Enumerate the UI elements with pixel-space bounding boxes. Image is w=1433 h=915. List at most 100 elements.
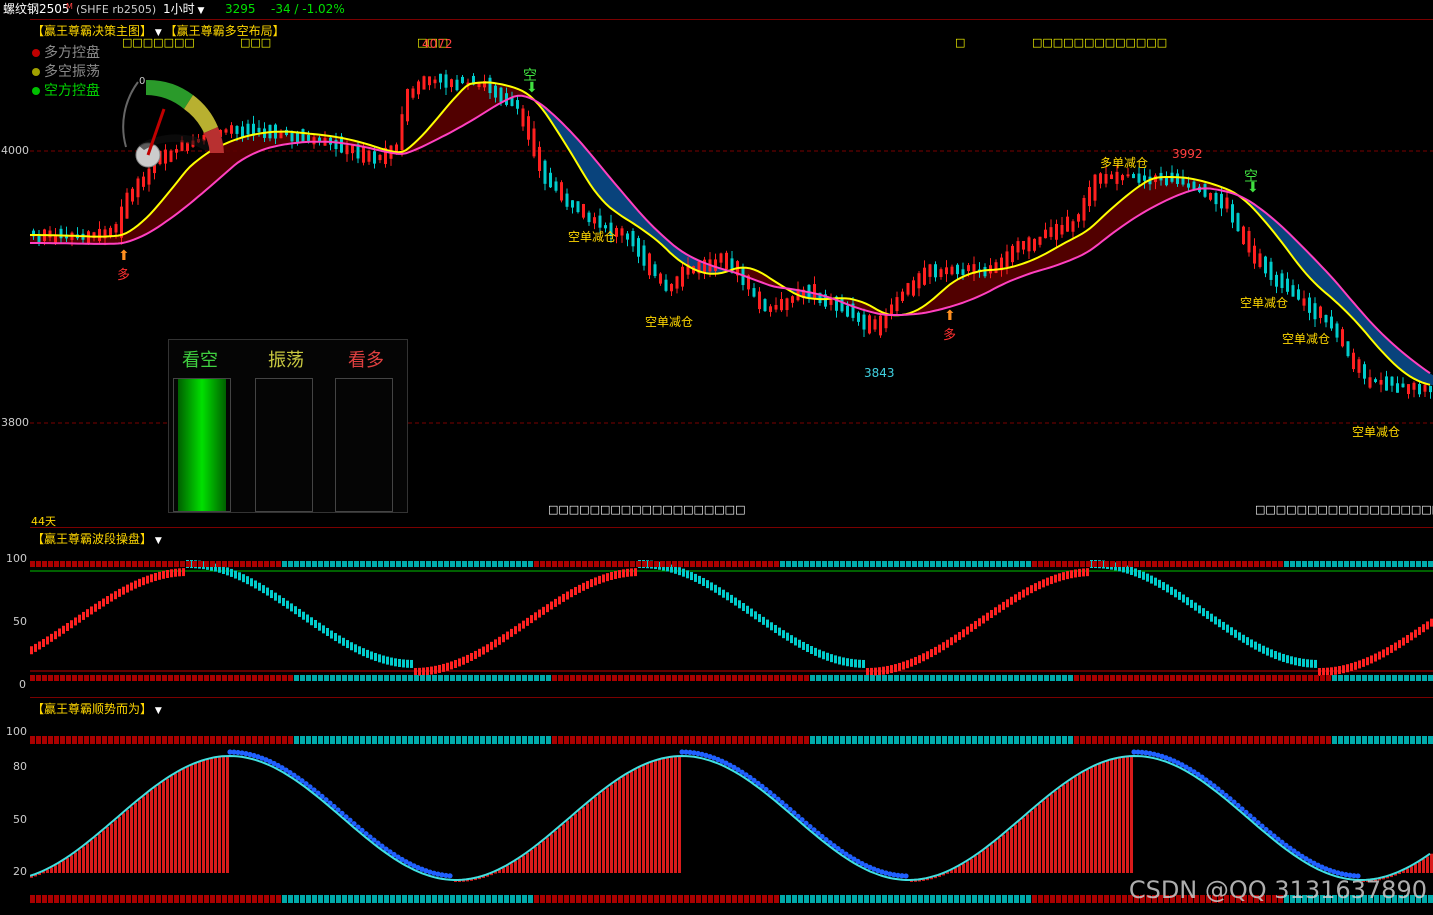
trend-top-strip bbox=[1110, 736, 1115, 744]
trend-bar bbox=[186, 767, 189, 873]
y-tick-20: 20 bbox=[13, 865, 27, 878]
trend-top-strip bbox=[606, 736, 611, 744]
wave-bar bbox=[1274, 651, 1277, 659]
trend-top-strip bbox=[1068, 736, 1073, 744]
trend-top-strip bbox=[924, 736, 929, 744]
trend-bar bbox=[674, 756, 677, 873]
wave-panel[interactable]: 【赢王尊霸波段操盘】 ▼ 100 50 0 bbox=[30, 527, 1433, 696]
watermark: CSDN @QQ 3131637890 bbox=[1129, 876, 1427, 904]
wave-bottom-strip bbox=[834, 675, 839, 681]
wave-top-strip bbox=[990, 561, 995, 567]
arrow-up-icon: ⬆ bbox=[118, 248, 130, 264]
wave-top-strip bbox=[1044, 561, 1049, 567]
candle-body bbox=[516, 100, 519, 109]
candle-body bbox=[98, 229, 101, 241]
wave-bottom-strip bbox=[924, 675, 929, 681]
wave-bar bbox=[182, 568, 185, 576]
wave-bar bbox=[966, 627, 969, 635]
wave-bottom-strip bbox=[1218, 675, 1223, 681]
wave-bar bbox=[470, 653, 473, 661]
wave-bar bbox=[306, 614, 309, 622]
wave-bar bbox=[1282, 654, 1285, 662]
trend-bar bbox=[542, 841, 545, 873]
candle-body bbox=[500, 88, 503, 102]
wave-top-strip bbox=[198, 561, 203, 567]
trend-top-strip bbox=[270, 736, 275, 744]
symbol-name[interactable]: 螺纹钢2505 bbox=[3, 0, 70, 19]
trend-top-strip bbox=[828, 736, 833, 744]
candle-body bbox=[1407, 384, 1410, 394]
wave-bottom-strip bbox=[1308, 675, 1313, 681]
trend-top-strip bbox=[1062, 736, 1067, 744]
wave-bottom-strip bbox=[660, 675, 665, 681]
wave-top-strip bbox=[1146, 561, 1151, 567]
wave-bar bbox=[690, 572, 693, 580]
trend-top-strip bbox=[1320, 736, 1325, 744]
trend-bottom-strip bbox=[144, 895, 149, 903]
wave-bar bbox=[1030, 585, 1033, 593]
wave-bar bbox=[134, 581, 137, 589]
trend-bottom-strip bbox=[648, 895, 653, 903]
trend-bar bbox=[1002, 835, 1005, 873]
candle-body bbox=[368, 151, 371, 162]
wave-bottom-strip bbox=[738, 675, 743, 681]
trend-top-strip bbox=[498, 736, 503, 744]
trend-bottom-strip bbox=[1080, 895, 1085, 903]
period-selector[interactable]: 1小时 ▼ bbox=[163, 0, 204, 21]
candle-body bbox=[1314, 303, 1317, 319]
wave-bar bbox=[1054, 575, 1057, 583]
trend-top-strip bbox=[204, 736, 209, 744]
candle-body bbox=[533, 129, 536, 157]
trend-bottom-strip bbox=[66, 895, 71, 903]
trend-top-strip bbox=[1254, 736, 1259, 744]
wave-bottom-strip bbox=[150, 675, 155, 681]
wave-chart[interactable] bbox=[30, 528, 1433, 696]
wave-bar bbox=[254, 580, 257, 588]
wave-bar bbox=[698, 576, 701, 584]
wave-bottom-strip bbox=[1026, 675, 1031, 681]
candle-body bbox=[769, 306, 772, 312]
bull-label: 看多 bbox=[348, 346, 384, 372]
wave-bar bbox=[266, 588, 269, 596]
wave-bar bbox=[770, 622, 773, 630]
wave-top-strip bbox=[1320, 561, 1325, 567]
trend-bar bbox=[1122, 757, 1125, 873]
wave-bottom-strip bbox=[1050, 675, 1055, 681]
peak-label: 3992 bbox=[1172, 147, 1203, 161]
y-tick-50: 50 bbox=[13, 615, 27, 628]
candle-body bbox=[225, 129, 228, 132]
trend-bottom-strip bbox=[1428, 895, 1433, 903]
wave-top-strip bbox=[864, 561, 869, 567]
wave-bar bbox=[222, 566, 225, 574]
wave-bar bbox=[1006, 599, 1009, 607]
wave-top-strip bbox=[984, 561, 989, 567]
wave-bottom-strip bbox=[918, 675, 923, 681]
wave-top-strip bbox=[738, 561, 743, 567]
wave-top-strip bbox=[1386, 561, 1391, 567]
wave-bar bbox=[366, 650, 369, 658]
wave-bottom-strip bbox=[276, 675, 281, 681]
wave-bottom-strip bbox=[822, 675, 827, 681]
trend-top-strip bbox=[1284, 736, 1289, 744]
trend-top-strip bbox=[1170, 736, 1175, 744]
candle-body bbox=[175, 149, 178, 153]
wave-top-strip bbox=[258, 561, 263, 567]
wave-top-strip bbox=[336, 561, 341, 567]
wave-top-strip bbox=[192, 561, 197, 567]
wave-bottom-strip bbox=[204, 675, 209, 681]
trend-top-strip bbox=[384, 736, 389, 744]
trend-top-strip bbox=[756, 736, 761, 744]
wave-top-strip bbox=[1212, 561, 1217, 567]
trend-bottom-strip bbox=[912, 895, 917, 903]
wave-bottom-strip bbox=[714, 675, 719, 681]
trend-top-strip bbox=[1176, 736, 1181, 744]
candle-body bbox=[753, 288, 756, 297]
trend-bottom-strip bbox=[594, 895, 599, 903]
trend-bar bbox=[1010, 828, 1013, 873]
trend-top-strip bbox=[252, 736, 257, 744]
wave-bottom-strip bbox=[132, 675, 137, 681]
wave-bar bbox=[838, 656, 841, 664]
wave-bar bbox=[806, 644, 809, 652]
trend-bottom-strip bbox=[936, 895, 941, 903]
main-chart-panel[interactable]: 【赢王尊霸决策主图】 ▼ 【赢王尊霸多空布局】 □□□□□□□ □□□ □□□ … bbox=[30, 19, 1433, 527]
